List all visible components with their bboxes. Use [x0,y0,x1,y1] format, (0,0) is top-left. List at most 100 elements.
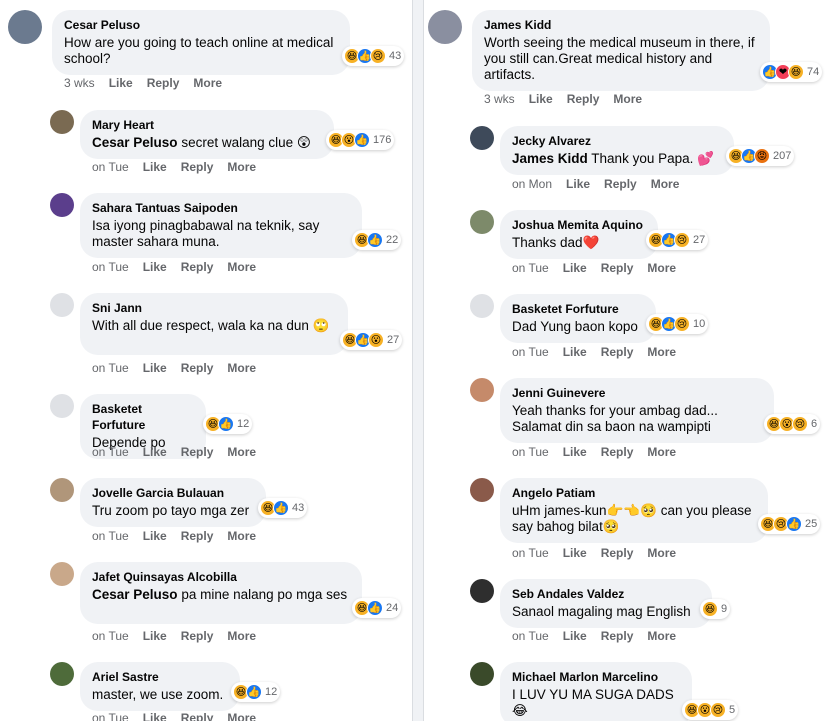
avatar[interactable] [50,193,74,217]
like-action[interactable]: Like [566,177,590,191]
commenter-name[interactable]: Angelo Patiam [512,485,756,501]
reactions-summary[interactable]: 😆 👍 22 [352,230,402,250]
more-action[interactable]: More [227,160,256,174]
like-action[interactable]: Like [563,445,587,459]
avatar[interactable] [470,210,494,234]
reactions-summary[interactable]: 😆 👍 12 [231,682,281,702]
more-action[interactable]: More [647,261,676,275]
haha-reaction-icon: 😆 [788,64,804,80]
reactions-summary[interactable]: 😆 👍 43 [258,498,308,518]
like-action[interactable]: Like [109,76,133,90]
mention-link[interactable]: Cesar Peluso [92,587,178,602]
like-action[interactable]: Like [143,529,167,543]
avatar[interactable] [470,294,494,318]
reactions-summary[interactable]: 😆 👍 😢 43 [342,46,405,66]
avatar[interactable] [50,293,74,317]
reply-action[interactable]: Reply [181,629,214,643]
reply-action[interactable]: Reply [601,445,634,459]
avatar[interactable] [8,10,42,44]
reactions-summary[interactable]: 😆 👍 😢 27 [646,230,709,250]
commenter-name[interactable]: Basketet Forfuture [512,301,644,317]
reactions-summary[interactable]: 😆 👍 12 [203,414,253,434]
more-action[interactable]: More [193,76,222,90]
reactions-summary[interactable]: 😆 😮 😢 6 [764,414,821,434]
like-action[interactable]: Like [563,629,587,643]
avatar[interactable] [428,10,462,44]
commenter-name[interactable]: Cesar Peluso [64,17,338,33]
reactions-summary[interactable]: 😆 😮 👍 176 [326,130,395,150]
commenter-name[interactable]: Jovelle Garcia Bulauan [92,485,254,501]
commenter-name[interactable]: Basketet Forfuture [92,401,194,433]
commenter-name[interactable]: Jenni Guinevere [512,385,762,401]
more-action[interactable]: More [647,445,676,459]
avatar[interactable] [50,562,74,586]
avatar[interactable] [470,126,494,150]
reply-action[interactable]: Reply [181,260,214,274]
like-action[interactable]: Like [143,260,167,274]
avatar[interactable] [470,378,494,402]
more-action[interactable]: More [227,445,256,459]
commenter-name[interactable]: Jafet Quinsayas Alcobilla [92,569,350,585]
commenter-name[interactable]: Ariel Sastre [92,669,228,685]
avatar[interactable] [50,478,74,502]
reply-action[interactable]: Reply [181,529,214,543]
reactions-summary[interactable]: 😆 👍 😮 27 [340,330,403,350]
timestamp: on Tue [512,345,549,359]
like-action[interactable]: Like [563,345,587,359]
reply-action[interactable]: Reply [601,345,634,359]
mention-link[interactable]: James Kidd [512,151,588,166]
commenter-name[interactable]: Sni Jann [92,300,336,316]
like-action[interactable]: Like [143,445,167,459]
like-action[interactable]: Like [143,361,167,375]
reactions-summary[interactable]: 😆 👍 😡 207 [726,146,795,166]
reactions-summary[interactable]: 😆 😢 👍 25 [758,514,821,534]
like-action[interactable]: Like [143,160,167,174]
reply-action[interactable]: Reply [181,160,214,174]
commenter-name[interactable]: Seb Andales Valdez [512,586,700,602]
commenter-name[interactable]: James Kidd [484,17,758,33]
reactions-summary[interactable]: 😆 👍 😢 10 [646,314,709,334]
commenter-name[interactable]: Michael Marlon Marcelino [512,669,680,685]
reply-action[interactable]: Reply [147,76,180,90]
reactions-summary[interactable]: 😆 😮 😢 5 [682,700,739,720]
more-action[interactable]: More [227,529,256,543]
more-action[interactable]: More [227,260,256,274]
reply-action[interactable]: Reply [181,711,214,721]
more-action[interactable]: More [613,92,642,106]
avatar[interactable] [50,662,74,686]
like-action[interactable]: Like [143,629,167,643]
like-action[interactable]: Like [563,261,587,275]
commenter-name[interactable]: Sahara Tantuas Saipoden [92,200,350,216]
comment-bubble: Jafet Quinsayas Alcobilla Cesar Peluso pa… [80,562,362,624]
mention-link[interactable]: Cesar Peluso [92,135,178,150]
more-action[interactable]: More [227,711,256,721]
more-action[interactable]: More [647,546,676,560]
more-action[interactable]: More [651,177,680,191]
reply-action[interactable]: Reply [601,629,634,643]
more-action[interactable]: More [647,345,676,359]
reactions-summary[interactable]: 😆 9 [700,599,731,619]
more-action[interactable]: More [227,361,256,375]
reply-action[interactable]: Reply [181,445,214,459]
more-action[interactable]: More [227,629,256,643]
avatar[interactable] [50,394,74,418]
like-action[interactable]: Like [563,546,587,560]
reply-action[interactable]: Reply [604,177,637,191]
avatar[interactable] [470,579,494,603]
reply-action[interactable]: Reply [601,546,634,560]
more-action[interactable]: More [647,629,676,643]
reactions-summary[interactable]: 😆 👍 24 [352,598,402,618]
avatar[interactable] [50,110,74,134]
reactions-summary[interactable]: 👍 ❤ 😆 74 [760,62,823,82]
comment-bubble: Angelo Patiam uHm james-kun👉👈🥺 can you pl… [500,478,768,543]
reply-action[interactable]: Reply [567,92,600,106]
commenter-name[interactable]: Joshua Memita Aquino [512,217,646,233]
like-action[interactable]: Like [529,92,553,106]
like-action[interactable]: Like [143,711,167,721]
commenter-name[interactable]: Jecky Alvarez [512,133,722,149]
commenter-name[interactable]: Mary Heart [92,117,322,133]
reply-action[interactable]: Reply [601,261,634,275]
avatar[interactable] [470,478,494,502]
avatar[interactable] [470,662,494,686]
reply-action[interactable]: Reply [181,361,214,375]
